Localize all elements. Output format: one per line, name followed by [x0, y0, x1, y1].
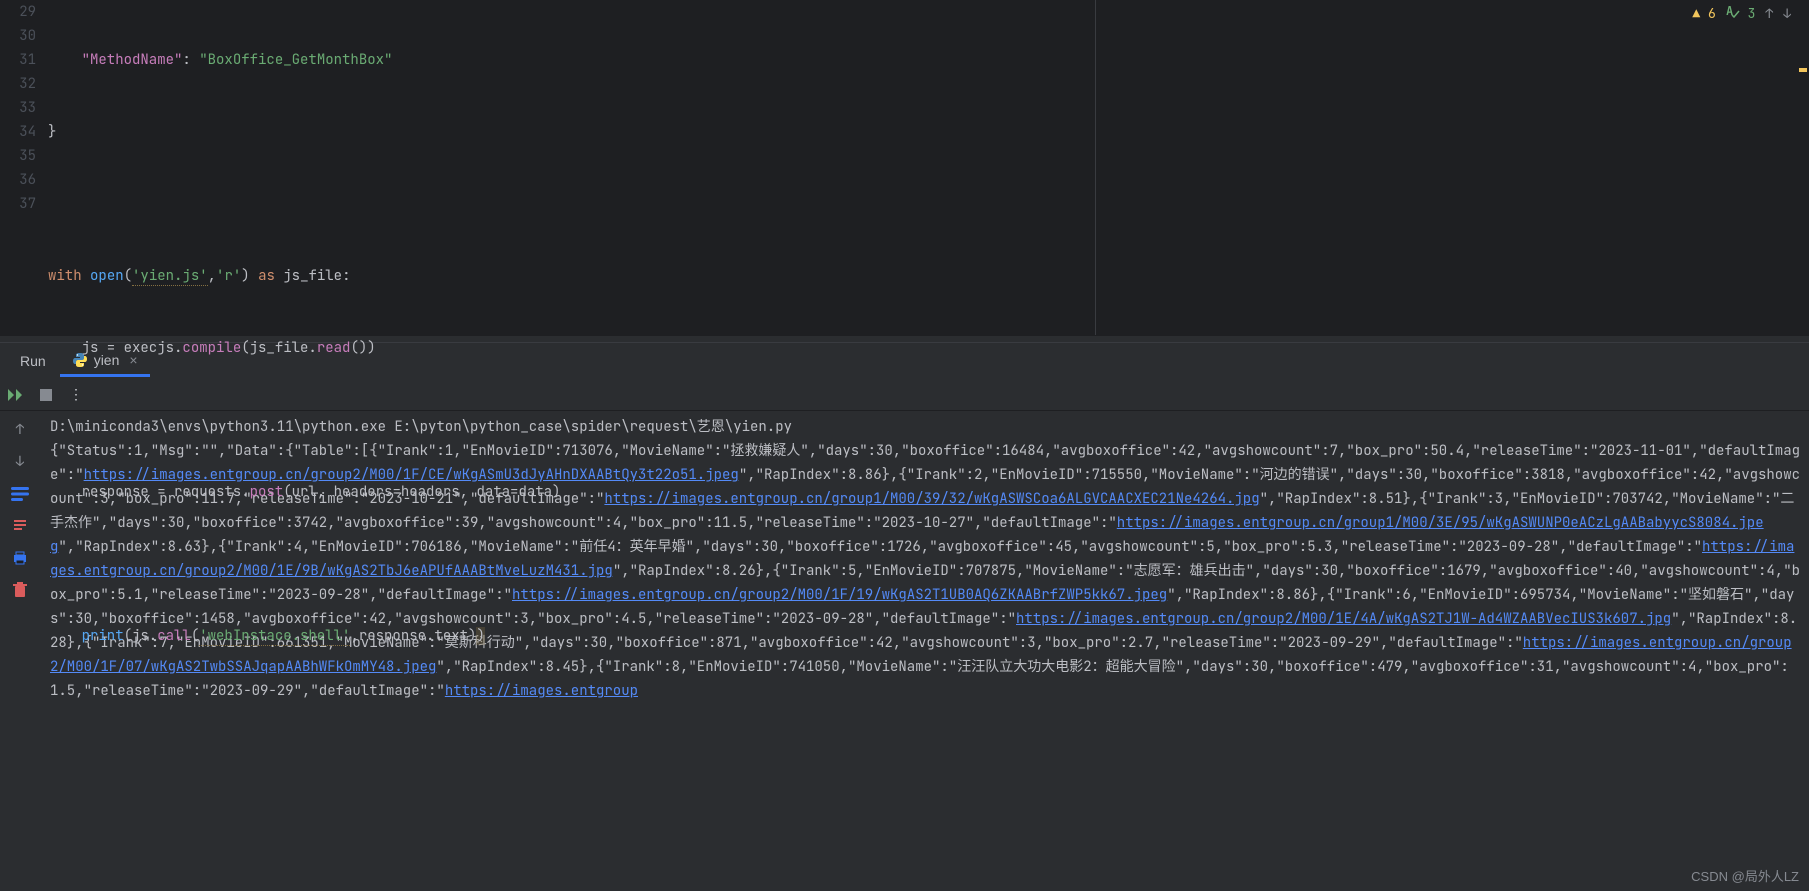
code-content[interactable]: "MethodName": "BoxOffice_GetMonthBox" } … — [48, 0, 1795, 335]
typo-icon[interactable]: A 3 — [1726, 4, 1756, 22]
line-number: 32 — [0, 72, 36, 96]
code-token: 'r' — [216, 267, 241, 285]
code-token: "MethodName" — [82, 51, 183, 69]
warning-icon[interactable]: ▲ 6 — [1692, 5, 1715, 22]
soft-wrap-icon[interactable] — [11, 485, 29, 503]
code-token: js_file: — [283, 267, 350, 285]
code-token: response = requests. — [82, 483, 250, 501]
code-token: with — [48, 267, 82, 285]
scroll-to-end-icon[interactable] — [11, 517, 29, 535]
watermark: CSDN @局外人LZ — [1691, 866, 1799, 885]
code-token: ()) — [350, 339, 375, 357]
line-number: 35 — [0, 144, 36, 168]
code-token: "BoxOffice_GetMonthBox" — [199, 51, 392, 69]
code-token: open — [90, 267, 124, 285]
line-number: 37 — [0, 192, 36, 216]
code-token: 'webInstace.shell' — [199, 627, 350, 646]
code-token: ,response.text) — [350, 627, 476, 645]
code-token: } — [48, 120, 1795, 144]
warning-count: 6 — [1708, 5, 1716, 22]
code-token: as — [258, 267, 275, 285]
inspection-indicators[interactable]: ▲ 6 A 3 ↑ ↓ — [1692, 4, 1791, 22]
next-highlight-icon[interactable]: ↓ — [1783, 5, 1791, 22]
code-token: call — [157, 627, 191, 645]
code-token: post — [250, 483, 284, 501]
typo-count: 3 — [1748, 5, 1756, 22]
scroll-down-icon[interactable]: ↓ — [11, 453, 29, 471]
line-number: 34 — [0, 120, 36, 144]
code-token: print — [82, 627, 124, 645]
code-token: =data) — [510, 483, 560, 501]
line-number: 31 — [0, 48, 36, 72]
code-token: (js_file. — [241, 339, 317, 357]
line-number: 33 — [0, 96, 36, 120]
trash-icon[interactable] — [11, 581, 29, 599]
margin-guide — [1095, 0, 1096, 335]
console-side-toolbar: ↑ ↓ — [0, 411, 40, 891]
print-icon[interactable] — [11, 549, 29, 567]
code-token: compile — [182, 339, 241, 357]
code-token: js = execjs. — [82, 339, 183, 357]
line-number: 36 — [0, 168, 36, 192]
code-token: (js. — [124, 627, 158, 645]
rerun-icon[interactable] — [8, 387, 24, 403]
line-gutter: 29 30 31 32 33 34 35 36 37 — [0, 0, 48, 335]
warning-mark[interactable] — [1799, 68, 1807, 72]
code-token: =headers, — [392, 483, 476, 501]
code-token: headers — [334, 483, 393, 501]
line-number: 30 — [0, 24, 36, 48]
error-stripe[interactable] — [1795, 0, 1809, 335]
code-token: (url, — [283, 483, 333, 501]
prev-highlight-icon[interactable]: ↑ — [1765, 5, 1773, 22]
editor-area[interactable]: 29 30 31 32 33 34 35 36 37 "MethodName":… — [0, 0, 1809, 335]
code-token: data — [476, 483, 510, 501]
code-token: ) — [476, 627, 484, 645]
line-number: 29 — [0, 0, 36, 24]
code-token: 'yien.js' — [132, 267, 208, 286]
scroll-up-icon[interactable]: ↑ — [11, 421, 29, 439]
code-token: read — [317, 339, 351, 357]
